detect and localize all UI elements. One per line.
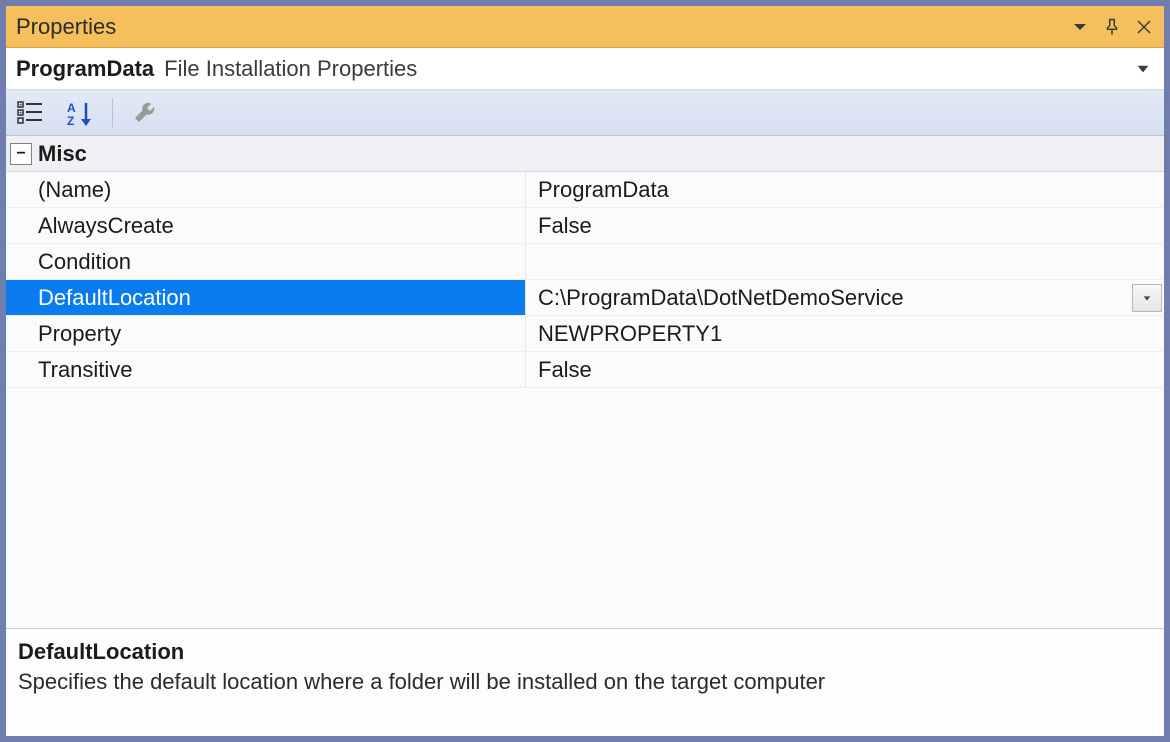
value-dropdown-button[interactable] (1132, 284, 1162, 312)
property-value[interactable]: NEWPROPERTY1 (526, 316, 1164, 351)
property-row[interactable]: Property NEWPROPERTY1 (6, 316, 1164, 352)
object-dropdown-button[interactable] (1132, 58, 1154, 80)
property-name[interactable]: Condition (6, 244, 526, 279)
property-value[interactable]: C:\ProgramData\DotNetDemoService (526, 280, 1164, 315)
object-type: File Installation Properties (164, 56, 1132, 82)
property-name[interactable]: Transitive (6, 352, 526, 387)
categorized-button[interactable]: + + (12, 95, 48, 131)
wrench-icon (131, 99, 159, 127)
property-value-text: ProgramData (538, 177, 1164, 203)
property-value[interactable]: False (526, 352, 1164, 387)
chevron-down-icon (1142, 293, 1152, 303)
chevron-down-icon (1136, 62, 1150, 76)
property-grid[interactable]: − Misc (Name) ProgramData AlwaysCreate Fals… (6, 136, 1164, 628)
properties-toolbar: + + A Z (6, 90, 1164, 136)
window-title: Properties (16, 14, 1062, 40)
properties-window: Properties ProgramData File Installation… (0, 0, 1170, 742)
category-header[interactable]: − Misc (6, 136, 1164, 172)
object-selector[interactable]: ProgramData File Installation Properties (6, 48, 1164, 90)
property-value-text: C:\ProgramData\DotNetDemoService (538, 285, 1132, 311)
property-name[interactable]: DefaultLocation (6, 280, 526, 315)
svg-text:Z: Z (67, 114, 74, 127)
collapse-toggle[interactable]: − (10, 143, 32, 165)
categorized-icon: + + (16, 99, 44, 127)
property-row[interactable]: (Name) ProgramData (6, 172, 1164, 208)
alphabetical-button[interactable]: A Z (62, 95, 98, 131)
description-name: DefaultLocation (18, 639, 1152, 665)
title-bar: Properties (6, 6, 1164, 48)
category-label: Misc (38, 141, 87, 167)
chevron-down-icon (1071, 18, 1089, 36)
pin-icon (1103, 18, 1121, 36)
property-value[interactable]: ProgramData (526, 172, 1164, 207)
property-row[interactable]: Condition (6, 244, 1164, 280)
property-name[interactable]: Property (6, 316, 526, 351)
property-row[interactable]: DefaultLocation C:\ProgramData\DotNetDemo… (6, 280, 1164, 316)
close-button[interactable] (1130, 13, 1158, 41)
svg-text:A: A (67, 101, 76, 115)
window-options-button[interactable] (1066, 13, 1094, 41)
description-panel: DefaultLocation Specifies the default lo… (6, 628, 1164, 736)
property-value[interactable] (526, 244, 1164, 279)
alphabetical-icon: A Z (66, 99, 94, 127)
property-value-text: False (538, 357, 1164, 383)
property-row[interactable]: Transitive False (6, 352, 1164, 388)
property-value-text: NEWPROPERTY1 (538, 321, 1164, 347)
property-name[interactable]: (Name) (6, 172, 526, 207)
svg-text:+: + (19, 103, 23, 109)
svg-text:+: + (19, 111, 23, 117)
autohide-button[interactable] (1098, 13, 1126, 41)
property-row[interactable]: AlwaysCreate False (6, 208, 1164, 244)
property-name[interactable]: AlwaysCreate (6, 208, 526, 243)
toolbar-separator (112, 98, 113, 128)
property-value-text: False (538, 213, 1164, 239)
close-icon (1135, 18, 1153, 36)
description-text: Specifies the default location where a f… (18, 669, 1152, 695)
property-value[interactable]: False (526, 208, 1164, 243)
object-name: ProgramData (16, 56, 154, 82)
property-pages-button[interactable] (127, 95, 163, 131)
